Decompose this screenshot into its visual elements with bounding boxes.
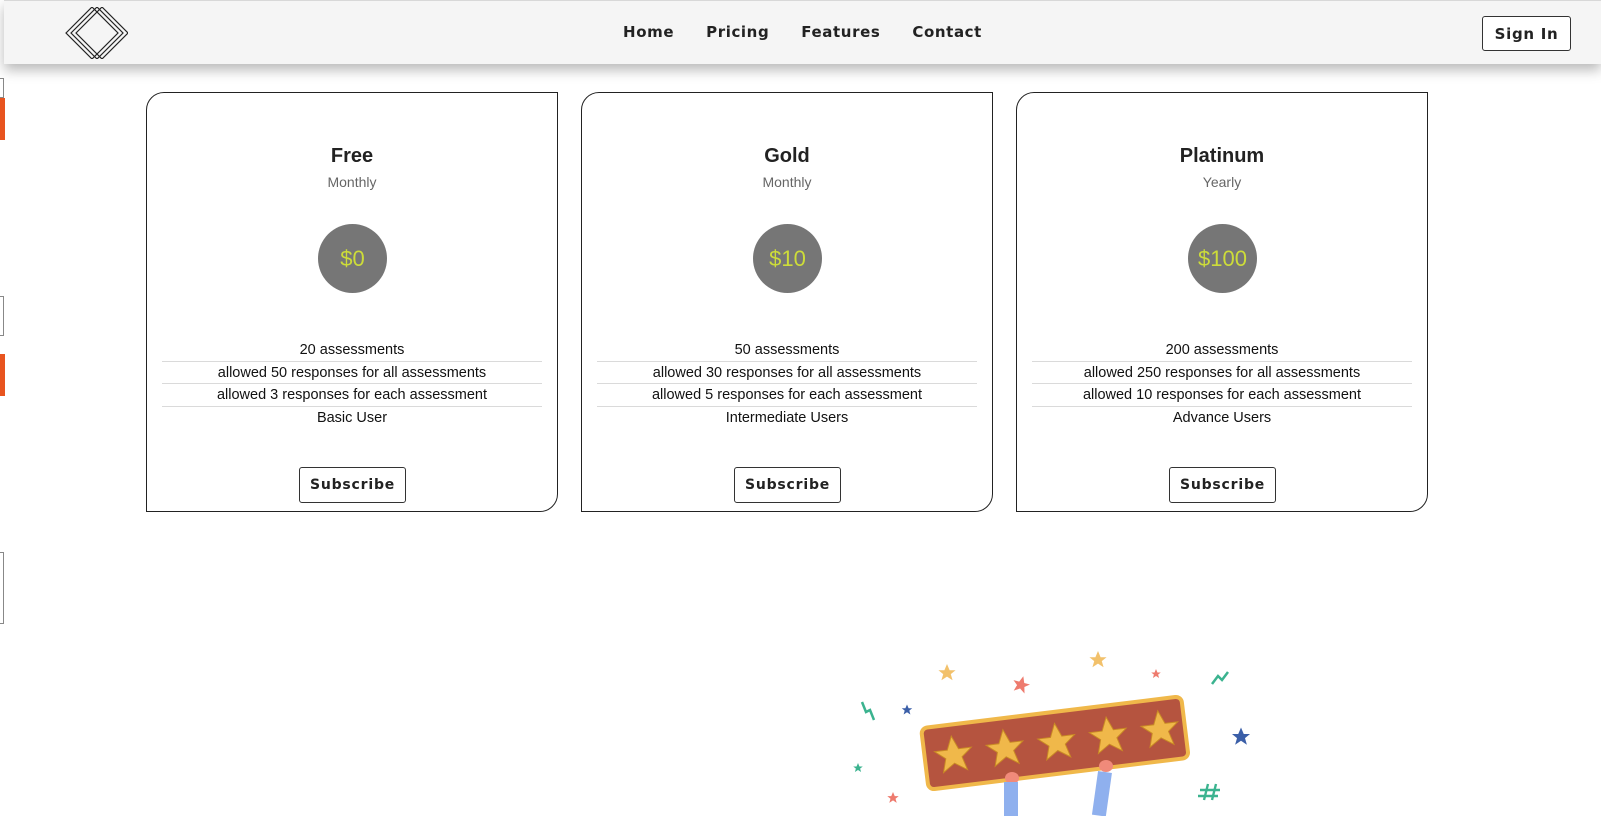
nav-home[interactable]: Home [623, 23, 674, 41]
plan-card-free: Free Monthly $0 20 assessments allowed 5… [146, 92, 558, 512]
plan-feature: allowed 3 responses for each assessment [162, 384, 542, 408]
edge-accent [0, 98, 5, 140]
subscribe-button-gold[interactable]: Subscribe [734, 467, 841, 503]
plan-feature: allowed 50 responses for all assessments [162, 362, 542, 385]
edge-divider [0, 552, 4, 624]
plan-feature: Advance Users [1172, 410, 1272, 427]
plan-feature: Intermediate Users [725, 410, 849, 427]
top-navbar: Home Pricing Features Contact Sign In [4, 0, 1601, 64]
nav-pricing[interactable]: Pricing [706, 23, 769, 41]
edge-divider [0, 296, 4, 336]
edge-accent [0, 354, 5, 396]
main-nav: Home Pricing Features Contact [4, 23, 1601, 41]
plan-features: 20 assessments allowed 50 responses for … [162, 339, 542, 430]
edge-divider [0, 78, 4, 98]
plan-card-gold: Gold Monthly $10 50 assessments allowed … [581, 92, 993, 512]
plan-price: $100 [1188, 224, 1257, 293]
plan-period: Yearly [1202, 174, 1242, 190]
plan-title: Free [330, 145, 374, 167]
plan-feature: 50 assessments [597, 339, 977, 362]
nav-contact[interactable]: Contact [912, 23, 982, 41]
plan-price: $10 [753, 224, 822, 293]
subscribe-button-platinum[interactable]: Subscribe [1169, 467, 1276, 503]
plan-features: 50 assessments allowed 30 responses for … [597, 339, 977, 430]
plan-title: Platinum [1179, 145, 1265, 167]
plan-feature: 200 assessments [1032, 339, 1412, 362]
plan-feature: 20 assessments [162, 339, 542, 362]
plan-period: Monthly [762, 174, 812, 190]
plan-card-platinum: Platinum Yearly $100 200 assessments all… [1016, 92, 1428, 512]
five-star-rating-icon [853, 651, 1251, 816]
plan-period: Monthly [327, 174, 377, 190]
nav-features[interactable]: Features [801, 23, 880, 41]
plan-title: Gold [764, 145, 810, 167]
plan-features: 200 assessments allowed 250 responses fo… [1032, 339, 1412, 430]
plan-feature: allowed 30 responses for all assessments [597, 362, 977, 385]
plan-feature: allowed 5 responses for each assessment [597, 384, 977, 408]
plan-price: $0 [318, 224, 387, 293]
sign-in-button[interactable]: Sign In [1482, 16, 1571, 51]
subscribe-button-free[interactable]: Subscribe [299, 467, 406, 503]
rating-illustration [840, 640, 1260, 816]
plan-feature: Basic User [316, 410, 388, 427]
plan-feature: allowed 10 responses for each assessment [1032, 384, 1412, 408]
plan-feature: allowed 250 responses for all assessment… [1032, 362, 1412, 385]
